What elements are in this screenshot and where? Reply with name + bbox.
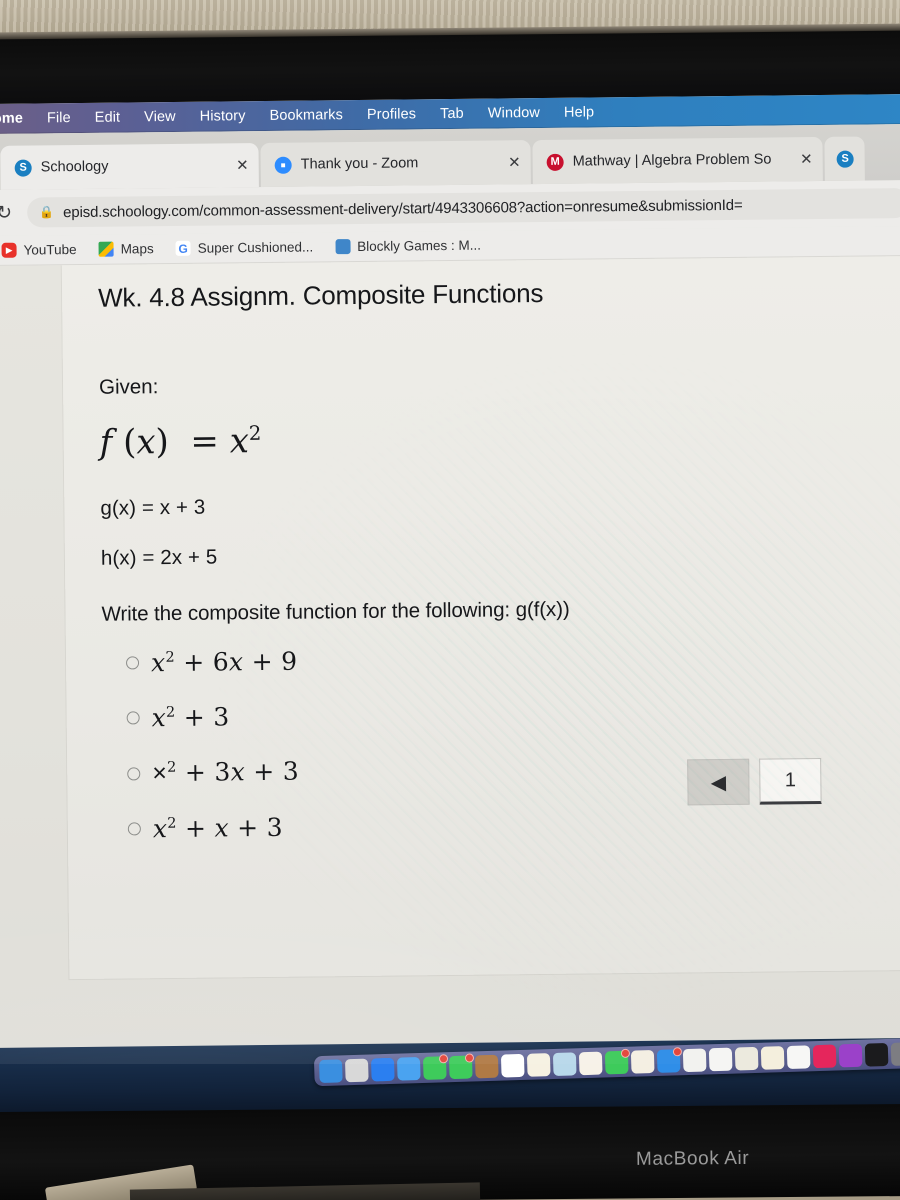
mail-icon[interactable]	[396, 1056, 421, 1081]
menu-item-chrome[interactable]: hrome	[0, 110, 35, 127]
podcasts-icon[interactable]	[838, 1043, 863, 1067]
radio-button[interactable]	[127, 822, 141, 836]
bookmark-maps[interactable]: Maps	[98, 241, 154, 257]
facetime-icon[interactable]	[448, 1052, 475, 1079]
laptop-photo-background: hrome File Edit View History Bookmarks P…	[0, 0, 900, 1200]
tab-zoom[interactable]: ■ Thank you - Zoom ✕	[260, 140, 535, 188]
bookmark-blockly-games[interactable]: Blockly Games : M...	[335, 238, 481, 255]
chrome-icon[interactable]	[708, 1047, 733, 1071]
macbook-air-label: MacBook Air	[635, 1147, 750, 1170]
answer-option-4[interactable]: x2 + x + 3	[127, 807, 804, 844]
menu-item-tab[interactable]: Tab	[428, 106, 476, 123]
maps-icon[interactable]	[474, 1054, 499, 1078]
calendar-icon[interactable]	[500, 1053, 525, 1078]
page-title: Wk. 4.8 Assignm. Composite Functions	[97, 277, 544, 313]
menu-item-file[interactable]: File	[35, 110, 83, 127]
menu-item-profiles[interactable]: Profiles	[355, 106, 428, 123]
menu-item-view[interactable]: View	[132, 109, 188, 126]
radio-button[interactable]	[125, 656, 140, 670]
bookmark-super-cushioned[interactable]: G Super Cushioned...	[175, 239, 314, 256]
answer-option-1[interactable]: x2 + 6x + 9	[125, 641, 802, 678]
menu-item-bookmarks[interactable]: Bookmarks	[257, 107, 355, 124]
notes2-icon[interactable]	[760, 1045, 785, 1070]
menu-item-window[interactable]: Window	[476, 105, 552, 122]
answer-option-2[interactable]: x2 + 3	[126, 696, 802, 732]
close-icon[interactable]: ✕	[236, 156, 249, 174]
tab-title: Thank you - Zoom	[300, 155, 419, 173]
laptop-screen: hrome File Edit View History Bookmarks P…	[0, 93, 900, 1064]
photos-icon[interactable]	[578, 1051, 603, 1075]
question-prompt: Write the composite function for the fol…	[101, 597, 570, 626]
previous-question-button[interactable]: ◀	[687, 758, 750, 806]
reminders-icon[interactable]	[526, 1052, 551, 1077]
finder-icon[interactable]	[318, 1058, 343, 1083]
address-bar[interactable]: 🔒 episd.schoology.com/common-assessment-…	[27, 187, 900, 228]
macos-dock	[313, 1038, 900, 1087]
music-icon[interactable]	[812, 1044, 837, 1068]
menu-item-help[interactable]: Help	[552, 104, 606, 121]
tab-schoology[interactable]: S Schoology ✕	[0, 143, 259, 190]
bookmark-label: Blockly Games : M...	[357, 237, 482, 254]
answer-option-label: ×2 + 3x + 3	[152, 756, 300, 788]
page-viewport: Wk. 4.8 Assignm. Composite Functions Giv…	[0, 255, 900, 1064]
radio-button[interactable]	[127, 766, 141, 781]
pages-icon[interactable]	[630, 1049, 655, 1074]
answer-options-list: x2 + 6x + 9 x2 + 3 ×2 + 3x + 3 x2 + x + …	[125, 641, 804, 844]
assessment-content: Wk. 4.8 Assignm. Composite Functions Giv…	[97, 275, 822, 870]
badge	[464, 1052, 475, 1063]
given-label: Given:	[98, 375, 159, 399]
bookmark-label: Super Cushioned...	[197, 239, 314, 256]
keynote-icon[interactable]	[734, 1046, 759, 1071]
answer-option-label: x2 + 3	[151, 702, 230, 733]
safari-icon[interactable]	[370, 1057, 395, 1081]
appstore-icon[interactable]	[656, 1046, 683, 1073]
schoology-icon: S	[14, 158, 32, 177]
numbers-icon[interactable]	[682, 1047, 707, 1072]
menu-item-edit[interactable]: Edit	[83, 109, 133, 126]
appletv-icon[interactable]	[864, 1042, 889, 1067]
close-icon[interactable]: ✕	[800, 150, 813, 168]
page-number-button[interactable]: 1	[759, 758, 822, 805]
zoom-icon: ■	[274, 156, 292, 174]
badge	[672, 1046, 683, 1056]
tab-mathway[interactable]: M Mathway | Algebra Problem So ✕	[532, 136, 827, 185]
tab-title: Schoology	[40, 158, 109, 176]
function-f-text: f	[99, 422, 113, 463]
youtube-icon: ▶	[1, 242, 17, 258]
browser-tab-strip: S Schoology ✕ ■ Thank you - Zoom ✕ M Mat…	[0, 123, 900, 190]
bookmark-label: Maps	[120, 241, 154, 257]
bookmark-youtube[interactable]: ▶ YouTube	[1, 242, 77, 258]
bookmark-label: YouTube	[23, 242, 77, 258]
address-bar-url: episd.schoology.com/common-assessment-de…	[63, 196, 743, 221]
menu-item-history[interactable]: History	[188, 108, 258, 125]
close-icon[interactable]: ✕	[508, 153, 521, 171]
blockly-icon	[335, 239, 351, 255]
notes-icon[interactable]	[552, 1051, 577, 1076]
answer-option-label: x2 + 6x + 9	[150, 646, 298, 678]
assessment-navigation: ◀ 1	[687, 758, 822, 806]
reload-icon[interactable]: ↻	[0, 200, 17, 226]
lock-icon: 🔒	[39, 205, 55, 220]
google-icon: G	[175, 240, 191, 256]
schoology-icon: S	[836, 150, 854, 168]
answer-option-label: x2 + x + 3	[152, 812, 284, 844]
clock-icon[interactable]	[890, 1041, 900, 1066]
radio-button[interactable]	[126, 711, 140, 725]
google-maps-icon	[98, 241, 114, 257]
function-f-definition: f (x) = x2	[99, 421, 262, 463]
launchpad-icon[interactable]	[344, 1058, 369, 1082]
badge	[620, 1048, 631, 1058]
mathway-icon: M	[546, 153, 564, 171]
news-icon[interactable]	[786, 1044, 811, 1069]
function-h-definition: h(x) = 2x + 5	[100, 545, 218, 570]
messages-icon[interactable]	[422, 1053, 449, 1080]
messages2-icon[interactable]	[604, 1048, 631, 1074]
function-g-definition: g(x) = x + 3	[100, 495, 206, 520]
tab-title: Mathway | Algebra Problem So	[572, 151, 772, 170]
tab-partial-right[interactable]: S	[824, 136, 865, 181]
badge	[438, 1053, 449, 1063]
